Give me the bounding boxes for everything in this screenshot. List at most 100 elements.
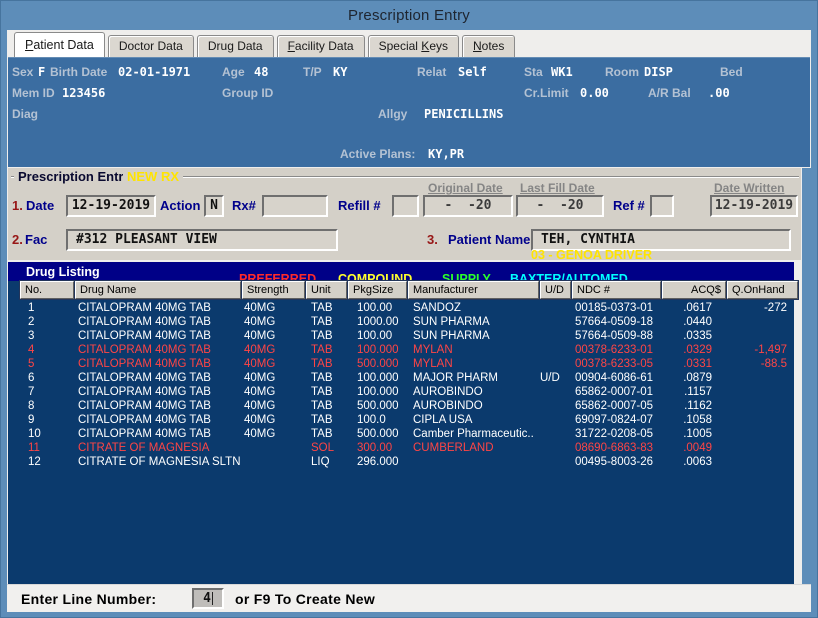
cell-pkgsize: 500.000 — [344, 427, 403, 441]
table-row[interactable]: 6 CITALOPRAM 40MG TAB 40MG TAB 100.000 M… — [20, 371, 789, 385]
cell-manufacturer: Camber Pharmaceutic... — [403, 427, 534, 441]
table-row[interactable]: 5 CITALOPRAM 40MG TAB 40MG TAB 500.000 M… — [20, 357, 789, 371]
rx-number-field[interactable] — [262, 195, 328, 217]
cell-strength: 40MG — [240, 343, 303, 357]
table-row[interactable]: 4 CITALOPRAM 40MG TAB 40MG TAB 100.000 M… — [20, 343, 789, 357]
column-unit: Unit — [306, 281, 347, 299]
cell-ud — [534, 427, 565, 441]
cell-strength: 40MG — [240, 399, 303, 413]
fac-label: Fac — [25, 232, 47, 247]
rx-number-label: Rx# — [232, 198, 256, 213]
cell-ud — [534, 329, 565, 343]
tab-notes[interactable]: Notes — [462, 35, 515, 57]
table-row[interactable]: 7 CITALOPRAM 40MG TAB 40MG TAB 100.000 A… — [20, 385, 789, 399]
tab-special-keys[interactable]: Special Keys — [368, 35, 459, 57]
cell-acq: .0063 — [654, 455, 718, 469]
line-number-value: 4 — [203, 591, 211, 606]
table-row[interactable]: 3 CITALOPRAM 40MG TAB 40MG TAB 100.00 SU… — [20, 329, 789, 343]
cell-qonhand: -1,497 — [718, 343, 789, 357]
cell-acq: .0329 — [654, 343, 718, 357]
driver-note: 03 - GENOA DRIVER — [531, 248, 652, 262]
line-number-input[interactable]: 4 — [192, 588, 224, 609]
ref-number-label: Ref # — [613, 198, 645, 213]
cell-no: 9 — [20, 413, 74, 427]
cell-strength: 40MG — [240, 413, 303, 427]
birth-date-label: Birth Date — [50, 65, 107, 79]
cell-no: 4 — [20, 343, 74, 357]
cell-ud — [534, 385, 565, 399]
active-plans-value: KY,PR — [428, 147, 464, 161]
column-ndc: NDC # — [572, 281, 661, 299]
cell-drug-name: CITALOPRAM 40MG TAB — [74, 385, 240, 399]
cell-manufacturer: MYLAN — [403, 343, 534, 357]
rx-status-badge: NEW RX — [123, 169, 183, 184]
cell-acq: .0335 — [654, 329, 718, 343]
table-row[interactable]: 11 CITRATE OF MAGNESIA SOL 300.00 CUMBER… — [20, 441, 789, 455]
cell-acq: .0617 — [654, 301, 718, 315]
table-row[interactable]: 8 CITALOPRAM 40MG TAB 40MG TAB 500.000 A… — [20, 399, 789, 413]
table-row[interactable]: 2 CITALOPRAM 40MG TAB 40MG TAB 1000.00 S… — [20, 315, 789, 329]
date-field[interactable]: 12-19-2019 — [66, 195, 156, 217]
cell-ud — [534, 315, 565, 329]
column-pkgsize: PkgSize — [348, 281, 407, 299]
cell-unit: LIQ — [303, 455, 344, 469]
cell-strength: 40MG — [240, 385, 303, 399]
action-field[interactable]: N — [204, 195, 224, 217]
refill-label: Refill # — [338, 198, 381, 213]
cell-strength — [240, 455, 303, 469]
table-row[interactable]: 10 CITALOPRAM 40MG TAB 40MG TAB 500.000 … — [20, 427, 789, 441]
cell-no: 3 — [20, 329, 74, 343]
cell-acq: .1162 — [654, 399, 718, 413]
table-row[interactable]: 12 CITRATE OF MAGNESIA SLTN CHE... LIQ 2… — [20, 455, 789, 469]
age-value: 48 — [254, 65, 268, 79]
drug-listing-title: Drug Listing — [26, 265, 100, 279]
table-row[interactable]: 1 CITALOPRAM 40MG TAB 40MG TAB 100.00 SA… — [20, 301, 789, 315]
ref-number-field[interactable] — [650, 195, 674, 217]
tab-patient-data[interactable]: Patient Data — [14, 32, 105, 57]
cell-unit: TAB — [303, 371, 344, 385]
cell-ndc: 00495-8003-26 — [565, 455, 654, 469]
rx-section-title: Prescription Entry — [14, 169, 135, 184]
room-value: DISP — [644, 65, 673, 79]
cell-ndc: 65862-0007-01 — [565, 385, 654, 399]
table-row[interactable]: 9 CITALOPRAM 40MG TAB 40MG TAB 100.0 CIP… — [20, 413, 789, 427]
cell-drug-name: CITALOPRAM 40MG TAB — [74, 357, 240, 371]
cell-acq: .0879 — [654, 371, 718, 385]
cell-unit: TAB — [303, 343, 344, 357]
action-label: Action — [160, 198, 200, 213]
cell-unit: SOL — [303, 441, 344, 455]
cell-pkgsize: 1000.00 — [344, 315, 403, 329]
cell-acq: .0331 — [654, 357, 718, 371]
cell-pkgsize: 100.0 — [344, 413, 403, 427]
cell-pkgsize: 100.00 — [344, 329, 403, 343]
cell-drug-name: CITALOPRAM 40MG TAB — [74, 399, 240, 413]
cell-drug-name: CITALOPRAM 40MG TAB — [74, 413, 240, 427]
titlebar: Prescription Entry — [0, 0, 818, 30]
room-label: Room — [605, 65, 639, 79]
diag-label: Diag — [12, 107, 38, 121]
facility-field[interactable]: #312 PLEASANT VIEW — [66, 229, 338, 251]
cell-qonhand — [718, 455, 789, 469]
cell-pkgsize: 300.00 — [344, 441, 403, 455]
tab-drug-data[interactable]: Drug Data — [197, 35, 274, 57]
cell-no: 8 — [20, 399, 74, 413]
cell-ndc: 65862-0007-05 — [565, 399, 654, 413]
footer-bar: Enter Line Number: 4 or F9 To Create New — [7, 584, 811, 612]
cell-no: 6 — [20, 371, 74, 385]
cell-ndc: 57664-0509-18 — [565, 315, 654, 329]
allgy-label: Allgy — [378, 107, 407, 121]
cell-drug-name: CITALOPRAM 40MG TAB — [74, 343, 240, 357]
original-date-field: - -20 — [423, 195, 513, 217]
drug-listing-header-bar: Drug Listing PREFERREDCOMPOUNDSUPPLYBAXT… — [8, 262, 794, 281]
tab-doctor-data[interactable]: Doctor Data — [108, 35, 194, 57]
relat-value: Self — [458, 65, 487, 79]
drug-table-body: 1 CITALOPRAM 40MG TAB 40MG TAB 100.00 SA… — [20, 301, 789, 469]
cell-ndc: 31722-0208-05 — [565, 427, 654, 441]
column-ud: U/D — [540, 281, 571, 299]
cell-qonhand — [718, 329, 789, 343]
refill-field[interactable] — [392, 195, 419, 217]
cell-qonhand — [718, 427, 789, 441]
cell-pkgsize: 296.000 — [344, 455, 403, 469]
cell-ud — [534, 343, 565, 357]
tab-facility-data[interactable]: Facility Data — [277, 35, 365, 57]
